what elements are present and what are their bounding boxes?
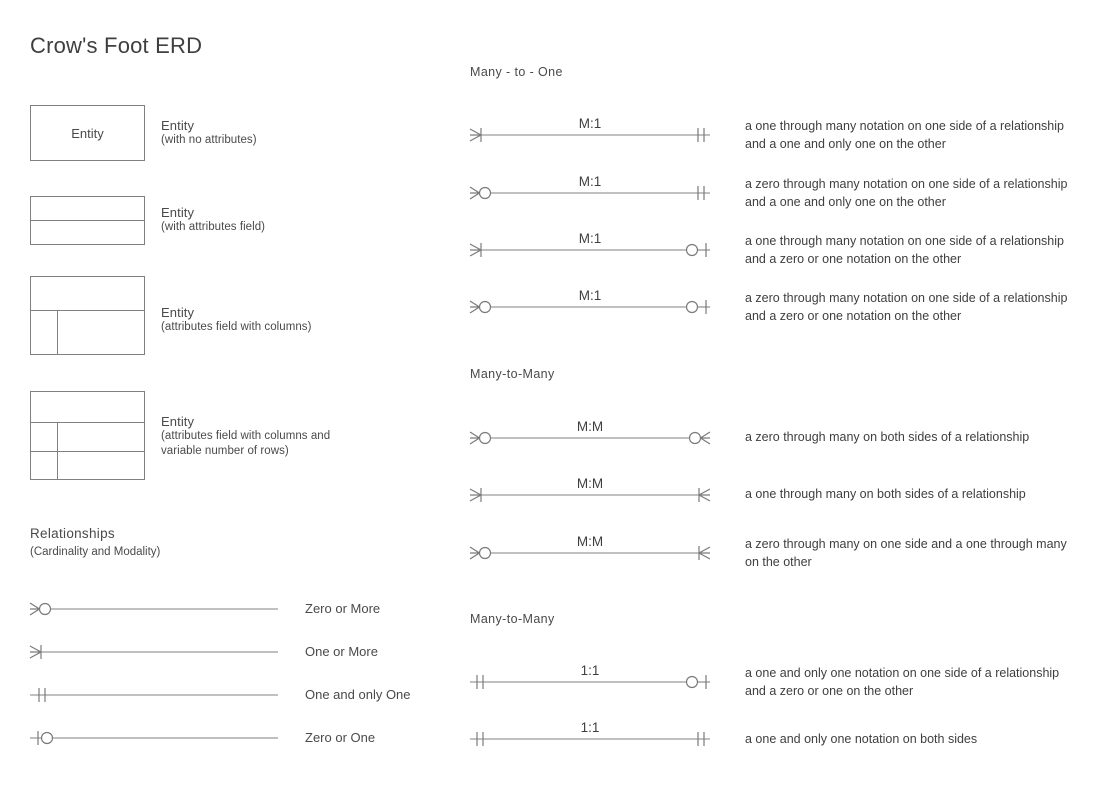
group-heading-one-to-one: Many-to-Many — [470, 612, 555, 626]
entity-caption-sub: (attributes field with columns) — [161, 321, 312, 333]
entity-attributes-row — [31, 451, 144, 479]
entity-caption-title: Entity — [161, 414, 195, 429]
legend-row-one-and-only-one — [30, 684, 278, 706]
entity-caption-title: Entity — [161, 118, 195, 133]
entity-attributes-band — [31, 310, 144, 355]
entity-caption-sub: (with no attributes) — [161, 134, 257, 146]
legend-label-one-and-only-one: One and only One — [305, 687, 411, 702]
relationships-subheading: (Cardinality and Modality) — [30, 546, 161, 558]
entity-legend-item-4 — [30, 391, 145, 480]
entity-header-band — [31, 197, 144, 220]
entity-column-wide — [58, 423, 144, 451]
relationship-connector — [469, 182, 710, 204]
entity-attributes-band — [31, 220, 144, 245]
connector-one-or-more-both-sides-icon — [469, 488, 711, 502]
relationships-heading: Relationships — [30, 526, 115, 541]
relationship-connector — [470, 728, 710, 750]
one-or-more-icon — [29, 645, 278, 659]
one-and-only-one-icon — [30, 688, 278, 702]
entity-caption-3: Entity (attributes field with columns) — [161, 305, 311, 335]
entity-caption-1: Entity (with no attributes) — [161, 118, 257, 148]
group-heading-many-to-many: Many-to-Many — [470, 367, 555, 381]
entity-legend-item-2 — [30, 196, 145, 245]
legend-label-one-or-more: One or More — [305, 644, 378, 659]
entity-column-wide — [58, 311, 144, 355]
entity-header-band — [31, 277, 144, 310]
entity-shape-no-attributes: Entity — [30, 105, 145, 161]
entity-header-band — [31, 392, 144, 422]
entity-legend-item-1: Entity — [30, 105, 145, 161]
relationship-description: a zero through many notation on one side… — [745, 177, 1068, 209]
legend-row-one-or-more — [29, 641, 278, 663]
zero-or-one-icon — [30, 731, 278, 745]
relationship-description: a zero through many on both sides of a r… — [745, 430, 1030, 444]
relationship-connector — [469, 484, 711, 506]
entity-caption-title: Entity — [161, 205, 195, 220]
relationship-description: a one and only one notation on one side … — [745, 666, 1060, 698]
relationship-description: a one and only one notation on both side… — [745, 732, 978, 746]
relationship-connector — [469, 427, 711, 449]
connector-zero-or-more-both-sides-icon — [469, 431, 711, 445]
entity-column-wide — [58, 452, 144, 479]
relationship-connector — [469, 542, 711, 564]
entity-column-narrow — [31, 452, 58, 479]
erd-notation-page: Crow's Foot ERD Entity Entity (with no a… — [0, 0, 1120, 800]
entity-shape-columns — [30, 276, 145, 355]
entity-caption-sub: (with attributes field) — [161, 221, 266, 233]
relationship-description: a one through many notation on one side … — [745, 234, 1064, 266]
entity-shape-attributes-field — [30, 196, 145, 245]
legend-label-zero-or-more: Zero or More — [305, 601, 381, 616]
relationship-description: a zero through many notation on one side… — [745, 291, 1068, 323]
page-title: Crow's Foot ERD — [30, 33, 203, 58]
connector-one-and-only-one-both-sides-icon — [470, 732, 710, 746]
connector-zero-or-more-to-one-and-only-one-icon — [469, 186, 710, 200]
group-heading-many-to-one: Many - to - One — [470, 65, 563, 79]
legend-row-zero-or-more — [29, 598, 278, 620]
entity-legend-item-3 — [30, 276, 145, 355]
connector-one-or-more-to-zero-or-one-icon — [469, 243, 710, 257]
relationship-connector — [469, 124, 710, 146]
relationship-connector — [470, 671, 710, 693]
entity-column-narrow — [31, 423, 58, 451]
entity-inner-label: Entity — [71, 125, 104, 141]
entity-caption-2: Entity (with attributes field) — [161, 205, 265, 235]
entity-attributes-row — [31, 422, 144, 451]
connector-one-and-only-one-to-zero-or-one-icon — [470, 675, 710, 689]
connector-one-or-more-to-one-and-only-one-icon — [469, 128, 710, 142]
relationship-connector — [469, 296, 710, 318]
legend-row-zero-or-one — [30, 727, 278, 749]
legend-label-zero-or-one: Zero or One — [305, 730, 376, 745]
entity-caption-title: Entity — [161, 305, 195, 320]
entity-shape-columns-multirow — [30, 391, 145, 480]
relationship-description: a one through many on both sides of a re… — [745, 487, 1026, 501]
connector-zero-or-more-to-one-or-more-icon — [469, 546, 711, 560]
entity-column-narrow — [31, 311, 58, 355]
connector-zero-or-more-to-zero-or-one-icon — [469, 300, 710, 314]
zero-or-more-icon — [29, 602, 278, 616]
entity-caption-4: Entity (attributes field with columns an… — [161, 414, 361, 459]
entity-caption-sub: (attributes field with columns and varia… — [161, 430, 331, 457]
relationship-description: a one through many notation on one side … — [745, 119, 1064, 151]
relationship-description: a zero through many on one side and a on… — [745, 537, 1067, 569]
relationship-connector — [469, 239, 710, 261]
